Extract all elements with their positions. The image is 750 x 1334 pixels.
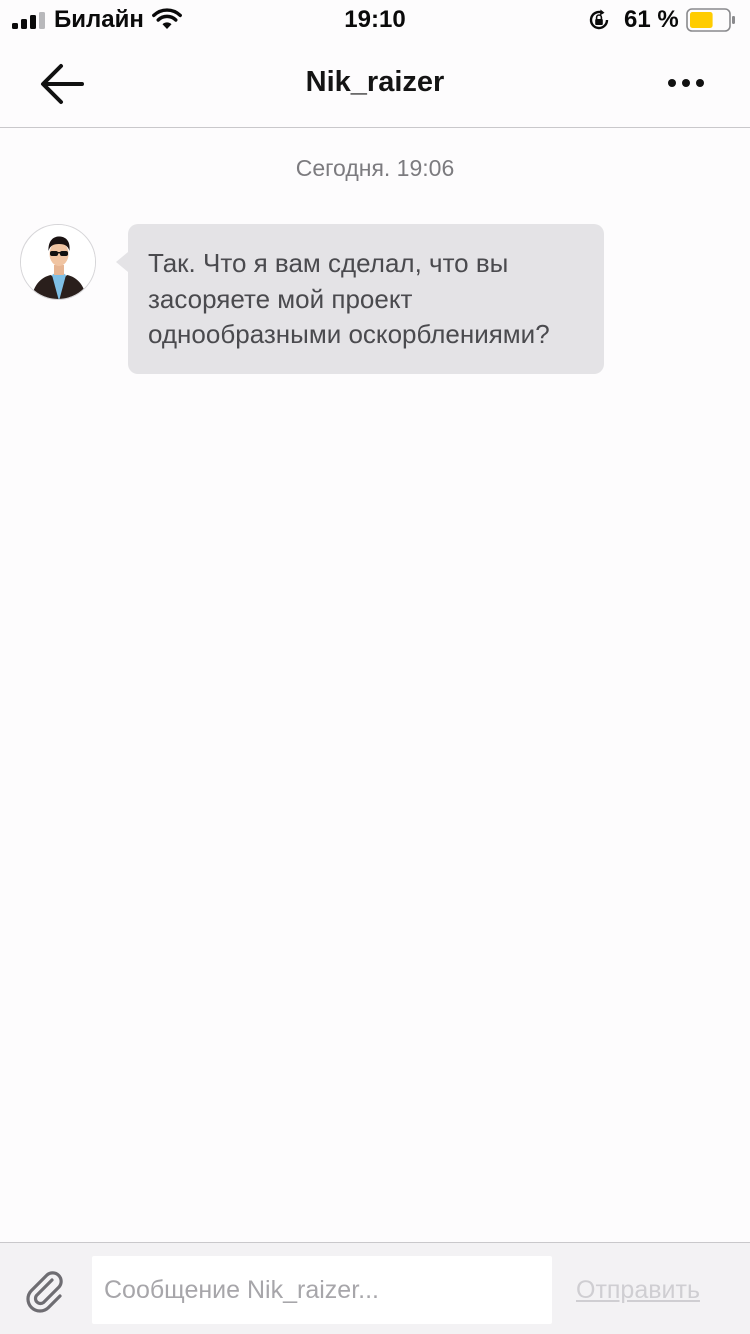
date-separator: Сегодня. 19:06 — [295, 155, 455, 181]
paperclip-icon[interactable] — [22, 1267, 70, 1315]
message-bubble[interactable]: Так. Что я вам сделал, что вы засоряете … — [128, 224, 604, 374]
rotation-lock-icon — [589, 9, 609, 30]
message-input[interactable] — [92, 1256, 552, 1324]
message-text: Так. Что я вам сделал, что вы засоряете … — [148, 248, 550, 349]
message-composer: Отправить — [0, 1242, 750, 1334]
battery-icon — [686, 8, 735, 32]
avatar-man-sunglasses-icon — [21, 225, 95, 299]
more-options-icon[interactable] — [660, 68, 712, 98]
battery-percent: 61 % — [624, 6, 679, 33]
avatar[interactable] — [20, 224, 96, 300]
chat-header: Nik_raizer — [0, 40, 750, 128]
message-bubble-tail — [116, 252, 128, 272]
status-bar: Билайн 19:10 61 % — [0, 0, 750, 40]
page-title: Nik_raizer — [305, 66, 445, 98]
send-button[interactable]: Отправить — [576, 1276, 700, 1305]
